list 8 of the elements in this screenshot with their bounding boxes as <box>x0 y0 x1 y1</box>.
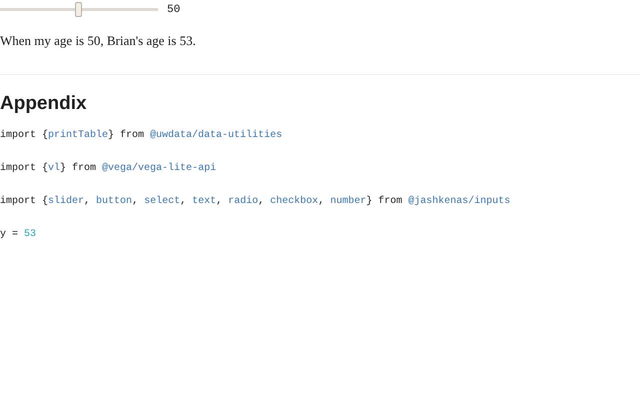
slider-value: 50 <box>167 4 180 16</box>
code-line: y = 53 <box>0 228 36 242</box>
code-line: import {vl} from @vega/vega-lite-api <box>0 162 216 176</box>
result-sentence: When my age is 50, Brian's age is 53. <box>0 33 197 49</box>
section-heading: Appendix <box>0 93 88 115</box>
code-line: import {slider, button, select, text, radio, checkbox, number} from @jashkenas/inputs <box>0 195 510 209</box>
code-line: import {printTable} from @uwdata/data-utilities <box>0 129 282 143</box>
slider-thumb[interactable] <box>75 2 82 17</box>
